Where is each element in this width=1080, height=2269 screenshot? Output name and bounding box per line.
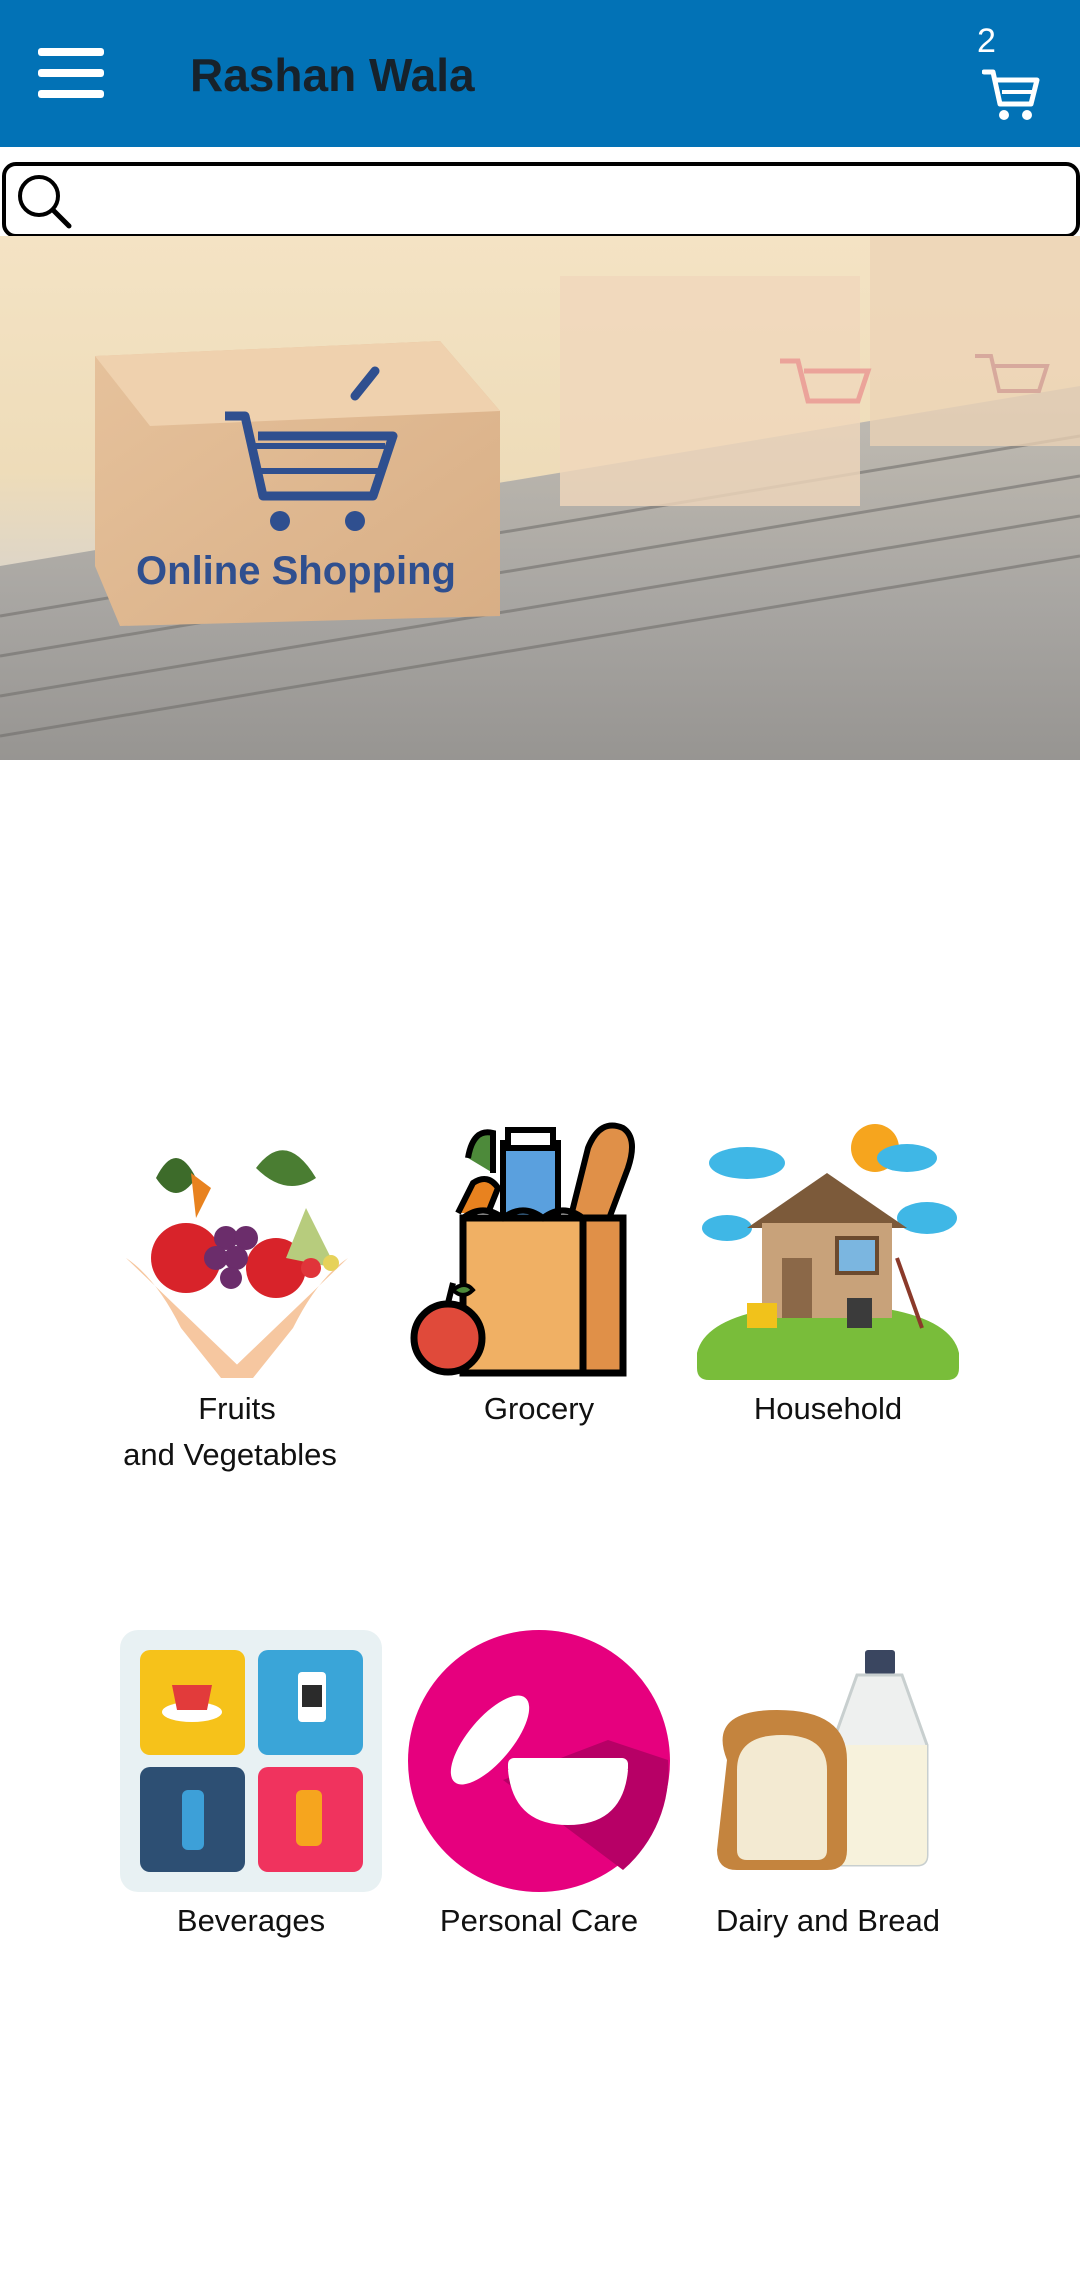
cart-count-badge: 2 — [977, 22, 996, 60]
category-label: Dairy and Bread — [715, 1903, 940, 1938]
category-grocery[interactable]: Grocery — [408, 1118, 670, 1432]
category-label: Grocery — [483, 1391, 595, 1426]
category-household[interactable]: Household — [697, 1118, 959, 1432]
hamburger-menu-icon[interactable] — [38, 48, 104, 98]
search-bar[interactable] — [2, 162, 1080, 238]
banner-text: Online Shopping — [136, 549, 456, 593]
cart-button[interactable]: 2 — [975, 22, 1045, 127]
promo-banner[interactable]: Online Shopping — [0, 236, 1080, 760]
fruits-vegetables-image — [106, 1118, 368, 1380]
category-label: Fruits and Vegetables — [123, 1391, 337, 1472]
personal-care-image — [408, 1630, 670, 1892]
household-image — [697, 1118, 959, 1380]
category-label: Beverages — [176, 1903, 326, 1938]
category-personal-care[interactable]: Personal Care — [408, 1630, 670, 1944]
category-dairy-bread[interactable]: Dairy and Bread — [697, 1630, 959, 1944]
app-bar: Rashan Wala 2 — [0, 0, 1080, 147]
category-label: Household — [753, 1391, 903, 1426]
shopping-cart-icon — [982, 69, 1040, 120]
category-beverages[interactable]: Beverages — [120, 1630, 382, 1944]
beverages-image — [120, 1630, 382, 1892]
grocery-bag-image — [408, 1118, 670, 1380]
dairy-bread-image — [697, 1630, 959, 1892]
banner-illustration: Online Shopping — [0, 236, 1080, 760]
search-icon — [18, 175, 72, 229]
category-label: Personal Care — [439, 1903, 639, 1938]
category-fruits-vegetables[interactable]: Fruits and Vegetables — [106, 1118, 368, 1478]
app-title: Rashan Wala — [190, 49, 475, 101]
search-input[interactable] — [80, 174, 1054, 226]
